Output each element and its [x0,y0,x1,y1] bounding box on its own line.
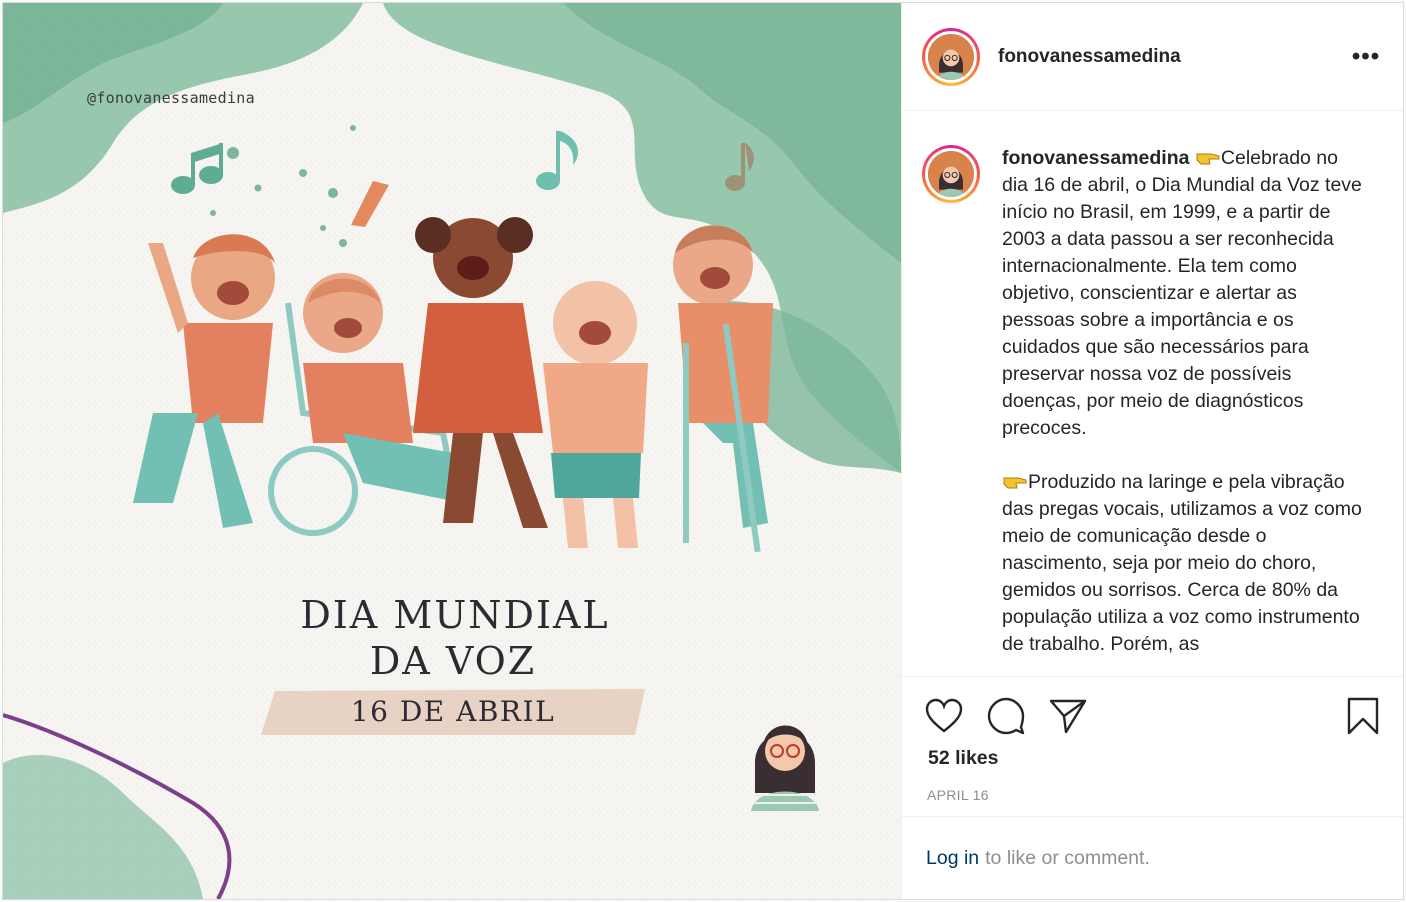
bookmark-icon[interactable] [1343,696,1383,736]
story-ring[interactable] [922,27,980,86]
watercolor-illustration [3,3,901,899]
image-date-band: 16 DE ABRIL [261,689,645,735]
login-prompt-text: to like or comment. [985,846,1150,869]
pointing-right-emoji-icon [1003,477,1027,489]
caption-text: fonovanessamedina Celebrado no dia 16 de… [1002,145,1362,676]
caption-username[interactable]: fonovanessamedina [1002,147,1189,169]
caption-story-ring[interactable] [922,145,980,203]
image-title-line-1: DIA MUNDIAL [300,593,610,637]
post-image[interactable]: @fonovanessamedina DIA MUNDIAL DA VOZ 16… [3,3,901,899]
image-title-line-2: DA VOZ [369,639,537,683]
login-link[interactable]: Log in [926,847,979,870]
share-icon[interactable] [1048,696,1088,736]
post-sidebar: fonovanessamedina ••• fonovanessamedina … [901,3,1403,899]
avatar [928,33,974,80]
comment-icon[interactable] [986,696,1026,736]
caption-area: fonovanessamedina Celebrado no dia 16 de… [902,111,1403,676]
post-date[interactable]: APRIL 16 [924,787,1383,803]
caption-paragraph-2: Produzido na laringe e pela vibração das… [1002,471,1362,655]
header-username[interactable]: fonovanessamedina [998,46,1349,68]
caption-paragraph-1: Celebrado no dia 16 de abril, o Dia Mund… [1002,147,1362,439]
instagram-post: @fonovanessamedina DIA MUNDIAL DA VOZ 16… [2,2,1404,900]
actions-section: 52 likes APRIL 16 [902,676,1403,816]
image-date-text: 16 DE ABRIL [350,695,556,728]
heart-icon[interactable] [924,696,964,736]
post-header: fonovanessamedina ••• [902,3,1403,111]
login-prompt: Log in to like or comment. [902,816,1403,899]
pointing-right-emoji-icon [1196,153,1220,165]
likes-count[interactable]: 52 likes [924,747,1383,770]
action-bar [924,695,1383,737]
image-handle-text: @fonovanessamedina [87,89,255,107]
more-horizontal-icon[interactable]: ••• [1349,43,1383,71]
caption-avatar [928,151,974,197]
